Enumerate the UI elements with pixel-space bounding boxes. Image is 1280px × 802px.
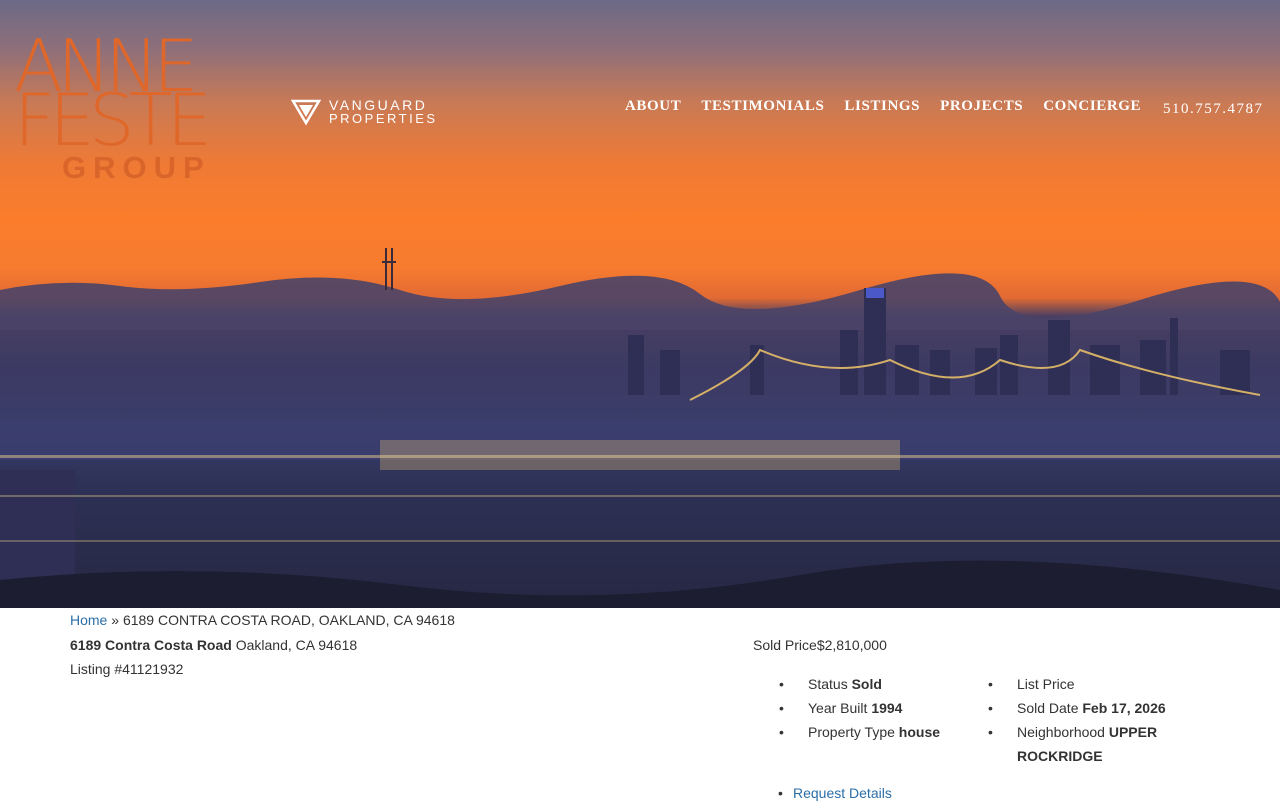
property-facts-left: Status Sold Year Built 1994 Property Typ… xyxy=(779,672,978,744)
partner-name-line2: PROPERTIES xyxy=(329,111,438,126)
logo-line-group: GROUP xyxy=(62,150,211,185)
property-facts-right: List Price Sold Date Feb 17, 2026 Neighb… xyxy=(988,672,1187,768)
fact-label: List Price xyxy=(1017,676,1075,692)
partner-name-line1: VANGUARD xyxy=(329,97,428,113)
fact-value: Feb 17, 2026 xyxy=(1082,700,1166,716)
fact-status: Status Sold xyxy=(779,672,978,696)
fact-neighborhood: Neighborhood UPPER ROCKRIDGE xyxy=(988,720,1187,768)
fact-label: Year Built xyxy=(808,700,872,716)
breadcrumb-separator: » xyxy=(107,612,123,628)
breadcrumb-current: 6189 CONTRA COSTA ROAD, OAKLAND, CA 9461… xyxy=(122,612,455,628)
vanguard-emblem-icon xyxy=(291,99,321,126)
nav-testimonials[interactable]: TESTIMONIALS xyxy=(691,96,834,116)
nav-about[interactable]: ABOUT xyxy=(615,96,691,116)
fact-label: Status xyxy=(808,676,852,692)
sold-price-label: Sold Price xyxy=(753,637,817,653)
main-nav: ABOUT TESTIMONIALS LISTINGS PROJECTS CON… xyxy=(615,96,1151,116)
breadcrumb-home-link[interactable]: Home xyxy=(70,612,107,628)
fact-value: 1994 xyxy=(871,700,903,716)
request-details: Request Details xyxy=(778,784,892,802)
request-details-link[interactable]: Request Details xyxy=(793,785,892,801)
vanguard-properties-logo[interactable]: VANGUARD PROPERTIES xyxy=(291,97,438,127)
fact-list-price: List Price xyxy=(988,672,1187,696)
listing-street: 6189 Contra Costa Road xyxy=(70,637,232,653)
listing-number: Listing #41121932 xyxy=(70,661,184,677)
breadcrumb: Home » 6189 CONTRA COSTA ROAD, OAKLAND, … xyxy=(70,611,455,629)
fact-label: Sold Date xyxy=(1017,700,1083,716)
fact-label: Neighborhood xyxy=(1017,724,1109,740)
nav-concierge[interactable]: CONCIERGE xyxy=(1033,96,1151,116)
fact-year-built: Year Built 1994 xyxy=(779,696,978,720)
sold-price-value: $2,810,000 xyxy=(816,637,887,653)
listing-content: Home » 6189 CONTRA COSTA ROAD, OAKLAND, … xyxy=(0,608,1280,802)
sold-price: Sold Price$2,810,000 xyxy=(753,636,887,654)
listing-city-state-zip: Oakland, CA 94618 xyxy=(231,637,358,653)
fact-value: Sold xyxy=(851,676,882,692)
phone-number-link[interactable]: 510.757.4787 xyxy=(1163,101,1264,118)
nav-listings[interactable]: LISTINGS xyxy=(834,96,930,116)
fact-sold-date: Sold Date Feb 17, 2026 xyxy=(988,696,1187,720)
logo-line-feste: FESTE xyxy=(14,78,212,162)
listing-address: 6189 Contra Costa Road Oakland, CA 94618 xyxy=(70,636,357,654)
nav-projects[interactable]: PROJECTS xyxy=(930,96,1033,116)
fact-label: Property Type xyxy=(808,724,899,740)
fact-property-type: Property Type house xyxy=(779,720,978,744)
anne-feste-group-logo[interactable]: ANNE FESTE GROUP xyxy=(14,30,254,190)
hero-banner: ANNE FESTE GROUP VANGUARD PROPERTIES ABO… xyxy=(0,0,1280,608)
fact-value: house xyxy=(898,724,941,740)
